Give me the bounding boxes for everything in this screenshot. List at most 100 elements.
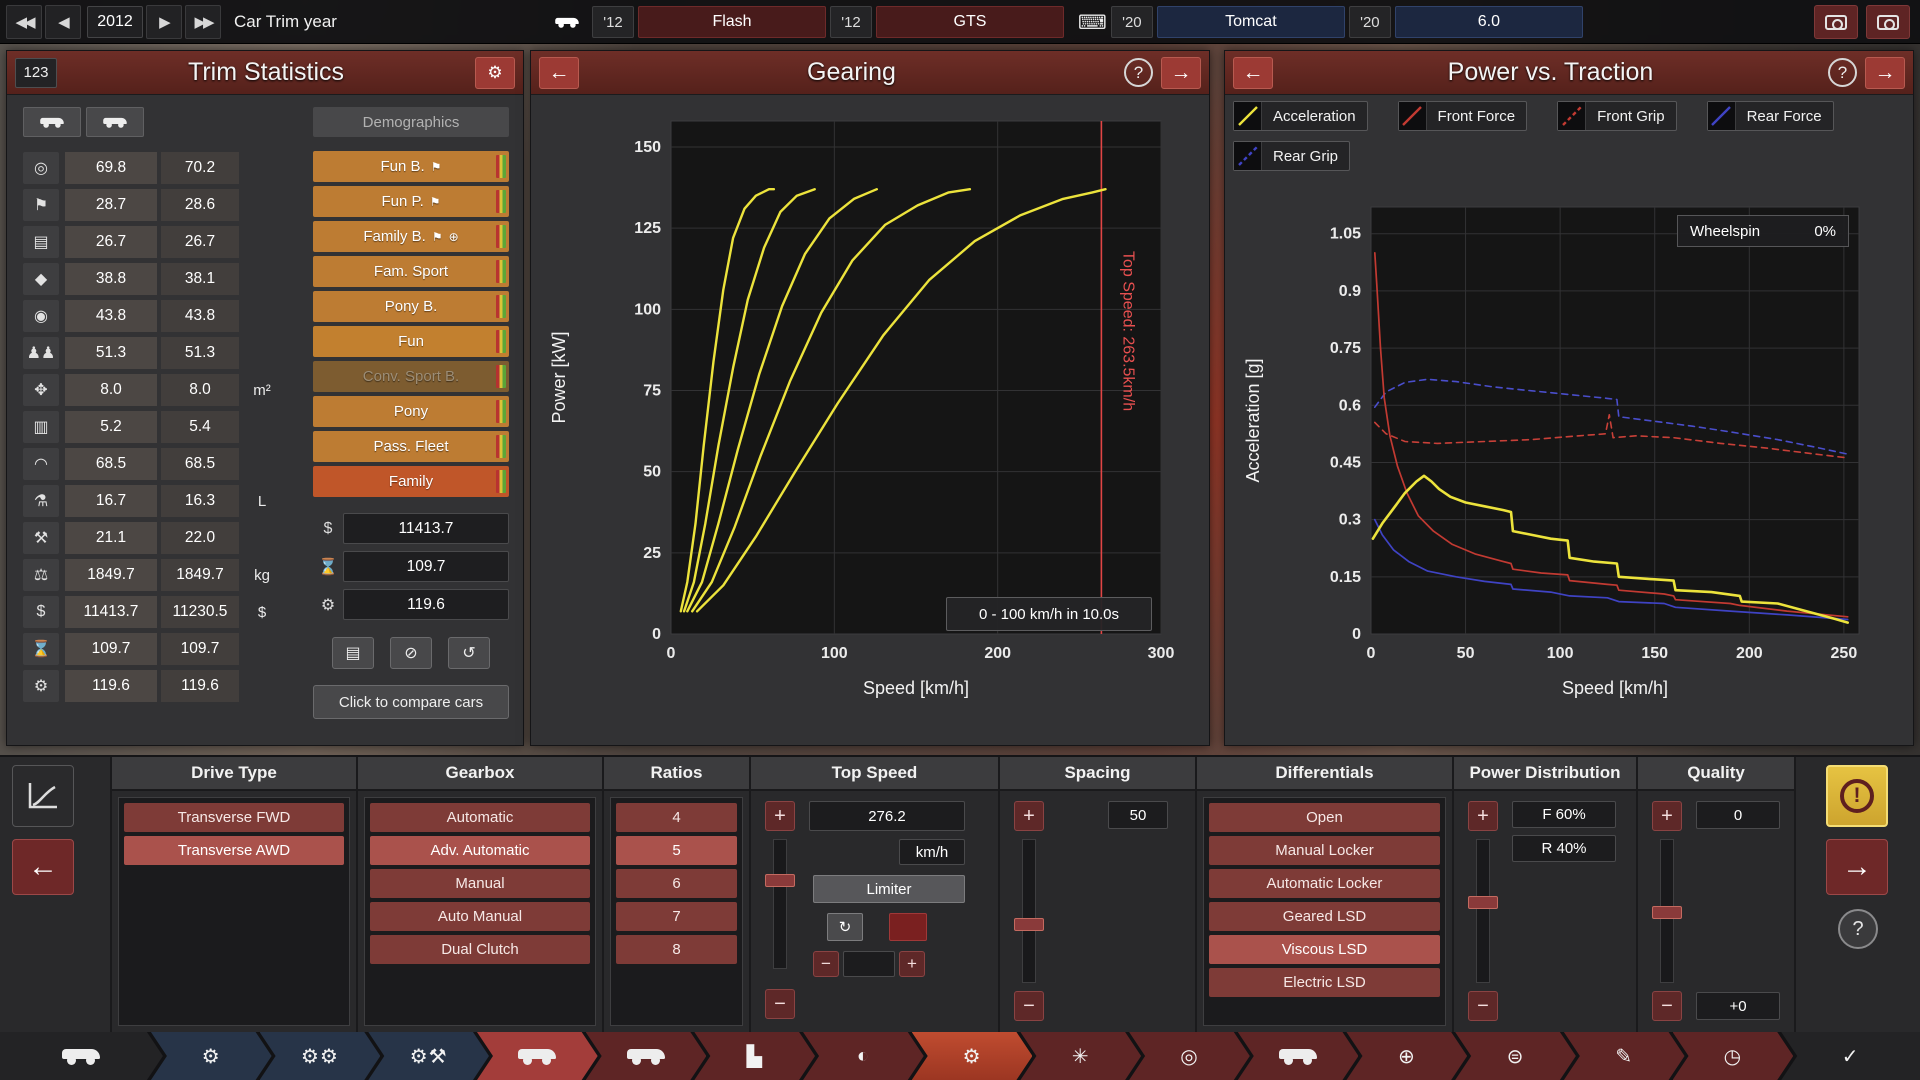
legend-front-grip[interactable]: Front Grip (1557, 101, 1677, 131)
differential-option-viscous-lsd[interactable]: Viscous LSD (1209, 935, 1440, 964)
ratios-option-4[interactable]: 4 (616, 803, 737, 832)
help-icon[interactable]: ? (1828, 58, 1857, 87)
tuning-gears-button[interactable]: ⚙ (475, 57, 515, 89)
undo-button[interactable]: ↺ (448, 637, 490, 669)
drive-type-option-transverse-awd[interactable]: Transverse AWD (124, 836, 344, 865)
demographic-fun-b-[interactable]: Fun B. ⚑ (313, 151, 509, 182)
model-slot[interactable]: 6.0 (1395, 6, 1583, 38)
warning-button[interactable]: ! (1826, 765, 1888, 827)
year-first-button[interactable]: ◀◀ (6, 5, 42, 39)
toolbar-tab-interior[interactable]: ▙ (694, 1032, 815, 1080)
quality-decrease-button[interactable]: − (1652, 991, 1682, 1021)
toolbar-tab-engine-tuning[interactable]: ⚙⚒ (368, 1032, 489, 1080)
next-graph-button[interactable]: → (1865, 57, 1905, 89)
demographic-pony[interactable]: Pony (313, 396, 509, 427)
gearbox-option-automatic[interactable]: Automatic (370, 803, 590, 832)
demographic-pony-b-[interactable]: Pony B. (313, 291, 509, 322)
demographic-family[interactable]: Family (313, 466, 509, 497)
year-prev-button[interactable]: ◀ (45, 5, 81, 39)
demographic-fun-p-[interactable]: Fun P. ⚑ (313, 186, 509, 217)
distribution-slider-handle[interactable] (1468, 896, 1498, 909)
tab-car-side[interactable] (86, 107, 144, 137)
toolbar-tab-trim-body[interactable] (477, 1032, 598, 1080)
toolbar-tab-drivetrain[interactable]: ⊜ (1455, 1032, 1576, 1080)
year-last-button[interactable]: ▶▶ (185, 5, 221, 39)
spacing-decrease-button[interactable]: − (1014, 991, 1044, 1021)
demographic-pass-fleet[interactable]: Pass. Fleet (313, 431, 509, 462)
demographic-fun[interactable]: Fun (313, 326, 509, 357)
forward-button[interactable]: → (1826, 839, 1888, 895)
compare-cars-button[interactable]: Click to compare cars (313, 685, 509, 719)
toolbar-tab-aerodynamics[interactable] (1238, 1032, 1359, 1080)
legend-front-force[interactable]: Front Force (1398, 101, 1528, 131)
spacing-increase-button[interactable]: + (1014, 801, 1044, 831)
ratios-option-7[interactable]: 7 (616, 902, 737, 931)
ratios-option-5[interactable]: 5 (616, 836, 737, 865)
gearbox-option-manual[interactable]: Manual (370, 869, 590, 898)
legend-acceleration[interactable]: Acceleration (1233, 101, 1368, 131)
gearbox-option-auto-manual[interactable]: Auto Manual (370, 902, 590, 931)
limiter-button[interactable]: Limiter (813, 875, 965, 903)
next-graph-button[interactable]: → (1161, 57, 1201, 89)
quality-slider-handle[interactable] (1652, 906, 1682, 919)
differential-option-manual-locker[interactable]: Manual Locker (1209, 836, 1440, 865)
prev-graph-button[interactable]: ← (539, 57, 579, 89)
differential-option-open[interactable]: Open (1209, 803, 1440, 832)
graph-toggle-button[interactable] (12, 765, 74, 827)
toolbar-tab-engine-variant[interactable]: ⚙⚙ (260, 1032, 381, 1080)
spacing-slider[interactable] (1022, 839, 1036, 983)
ratios-option-8[interactable]: 8 (616, 935, 737, 964)
fine-decrease-button[interactable]: − (813, 951, 839, 977)
help-button[interactable]: ? (1838, 909, 1878, 949)
toolbar-tab-engine-family[interactable]: ⚙ (151, 1032, 272, 1080)
screenshot-button[interactable] (1866, 5, 1910, 39)
distribution-slider[interactable] (1476, 839, 1490, 983)
photo-mode-button[interactable] (1814, 5, 1858, 39)
top-speed-increase-button[interactable]: + (765, 801, 795, 831)
quality-slider[interactable] (1660, 839, 1674, 983)
back-button[interactable]: ← (12, 839, 74, 895)
toolbar-tab-tires[interactable]: ◎ (1129, 1032, 1250, 1080)
demographic-family-b-[interactable]: Family B. ⚑ ⊕ (313, 221, 509, 252)
spacing-slider-handle[interactable] (1014, 918, 1044, 931)
spacing-value[interactable]: 50 (1108, 801, 1168, 829)
help-icon[interactable]: ? (1124, 58, 1153, 87)
toolbar-tab-fixtures[interactable]: ◐ (803, 1032, 924, 1080)
top-speed-slider[interactable] (773, 839, 787, 969)
model-slot[interactable]: GTS (876, 6, 1064, 38)
distribution-rear-button[interactable]: − (1468, 991, 1498, 1021)
differential-option-geared-lsd[interactable]: Geared LSD (1209, 902, 1440, 931)
fine-increase-button[interactable]: + (899, 951, 925, 977)
differential-option-automatic-locker[interactable]: Automatic Locker (1209, 869, 1440, 898)
demographic-fam-sport[interactable]: Fam. Sport (313, 256, 509, 287)
year-next-button[interactable]: ▶ (146, 5, 182, 39)
model-slot[interactable]: Flash (638, 6, 826, 38)
top-speed-value[interactable]: 276.2 (809, 801, 965, 831)
legend-rear-grip[interactable]: Rear Grip (1233, 141, 1350, 171)
year-value[interactable]: 2012 (87, 6, 143, 38)
gearbox-option-adv-automatic[interactable]: Adv. Automatic (370, 836, 590, 865)
toolbar-tab-finish[interactable]: ✓ (1781, 1032, 1920, 1080)
limiter-indicator[interactable] (889, 913, 927, 941)
model-slot[interactable]: Tomcat (1157, 6, 1345, 38)
prev-graph-button[interactable]: ← (1233, 57, 1273, 89)
tab-car-front[interactable] (23, 107, 81, 137)
ratios-option-6[interactable]: 6 (616, 869, 737, 898)
stats-mode-toggle[interactable]: 123 (15, 58, 57, 88)
drive-type-option-transverse-fwd[interactable]: Transverse FWD (124, 803, 344, 832)
limiter-auto-button[interactable]: ↻ (827, 913, 863, 941)
toolbar-tab-car-body[interactable] (0, 1032, 163, 1080)
toolbar-tab-wheels[interactable]: ✳ (1020, 1032, 1141, 1080)
demographic-conv-sport-b-[interactable]: Conv. Sport B. (313, 361, 509, 392)
top-speed-decrease-button[interactable]: − (765, 989, 795, 1019)
distribution-front-button[interactable]: + (1468, 801, 1498, 831)
toolbar-tab-gearing[interactable]: ⚙ (912, 1032, 1033, 1080)
clear-button[interactable]: ⊘ (390, 637, 432, 669)
top-speed-fine-input[interactable] (843, 951, 895, 977)
top-speed-slider-handle[interactable] (765, 874, 795, 887)
quality-increase-button[interactable]: + (1652, 801, 1682, 831)
toolbar-tab-detailing[interactable]: ✎ (1564, 1032, 1685, 1080)
legend-rear-force[interactable]: Rear Force (1707, 101, 1834, 131)
toolbar-tab-testing[interactable]: ◷ (1673, 1032, 1794, 1080)
toolbar-tab-brakes[interactable]: ⊕ (1346, 1032, 1467, 1080)
